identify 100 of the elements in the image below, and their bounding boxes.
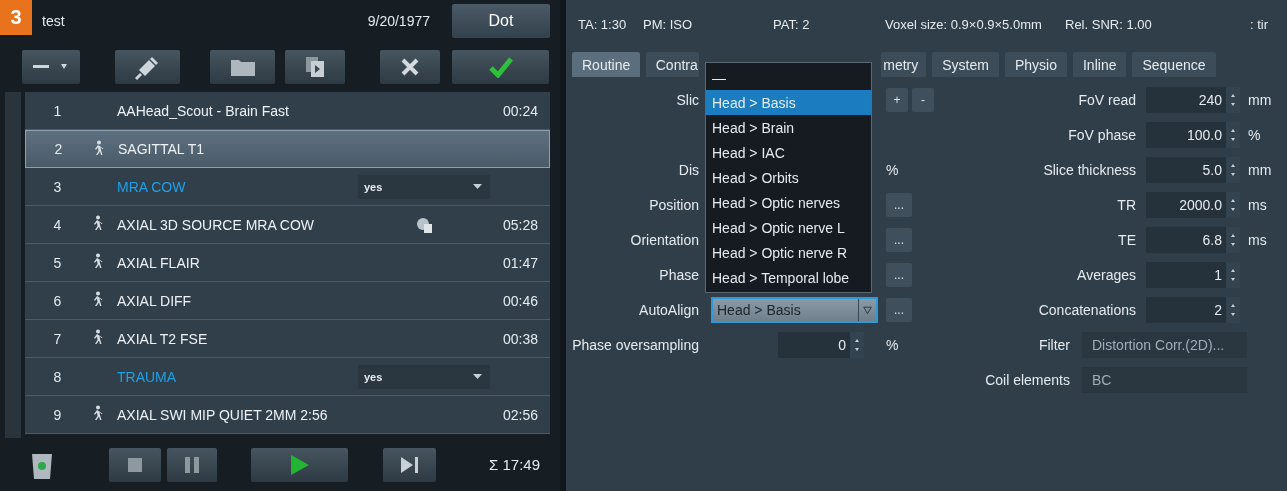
pause-button[interactable] [167, 447, 217, 482]
spin-arrows-icon [1230, 127, 1236, 142]
play-icon [290, 454, 309, 475]
unit-label: ms [1247, 196, 1268, 213]
protocol-row[interactable]: 2 SAGITTAL T1 [25, 130, 550, 168]
tab[interactable]: Physio [1004, 52, 1067, 77]
tab[interactable]: Sequence [1132, 52, 1216, 77]
pages-play-icon [305, 56, 325, 78]
field-label: FoV phase [1067, 126, 1136, 143]
tab[interactable]: metry [881, 52, 927, 77]
unit-label: % [1247, 126, 1262, 143]
tab[interactable]: Routine [572, 52, 641, 77]
open-folder-button[interactable] [210, 50, 275, 84]
duration: 00:46 [501, 292, 539, 309]
spin-arrows-icon [1230, 162, 1236, 177]
unit-label: % [886, 336, 900, 353]
protocol-name: AXIAL FLAIR [117, 254, 201, 271]
field-label: Dis [677, 161, 699, 178]
protocol-row[interactable]: 5 AXIAL FLAIR 01:47 [25, 244, 550, 282]
spin-buttons[interactable] [1226, 156, 1240, 183]
protocol-row[interactable]: 9 AXIAL SWI MIP QUIET 2MM 2:56 02:56 [25, 396, 550, 434]
field-label: Position [648, 196, 699, 213]
step-button[interactable]: - [912, 87, 934, 112]
field-label: AutoAlign [638, 301, 699, 318]
menu-item[interactable]: Head > Basis [706, 90, 871, 115]
protocol-name: AXIAL 3D SOURCE MRA COW [117, 216, 316, 233]
option-select[interactable]: yes [358, 174, 490, 199]
number-field[interactable]: 240 [1146, 86, 1226, 113]
unit-label: ms [1247, 231, 1268, 248]
skip-next-icon [400, 456, 419, 473]
number-field[interactable]: 0 [778, 331, 850, 358]
dot-button[interactable]: Dot [452, 4, 550, 38]
confirm-button[interactable] [452, 50, 549, 84]
number-field[interactable]: 100.0 [1146, 121, 1226, 148]
spin-buttons[interactable] [1226, 296, 1240, 323]
protocol-name: AXIAL SWI MIP QUIET 2MM 2:56 [117, 406, 329, 423]
protocol-number: 9 [52, 406, 63, 423]
protocol-row[interactable]: 3 MRA COW yes [25, 168, 550, 206]
unit-label: mm [1247, 161, 1273, 178]
tab[interactable]: Contra [646, 52, 700, 77]
protocol-number: 1 [52, 102, 63, 119]
number-field[interactable]: 1 [1146, 261, 1226, 288]
spin-buttons[interactable] [850, 331, 864, 358]
more-button[interactable]: ... [886, 262, 912, 287]
stop-button[interactable] [109, 447, 161, 482]
step-badge: 3 [0, 0, 32, 35]
menu-item[interactable]: Head > Optic nerve L [706, 215, 871, 240]
unit-label: mm [1247, 91, 1273, 108]
option-select[interactable]: yes [358, 364, 490, 389]
spin-arrows-icon [1230, 302, 1236, 317]
menu-item[interactable]: Head > Brain [706, 115, 871, 140]
checkmark-icon [488, 56, 513, 78]
duration: 01:47 [501, 254, 539, 271]
tab[interactable]: Inline [1073, 52, 1127, 77]
protocol-row[interactable]: 8 TRAUMA yes [25, 358, 550, 396]
more-button[interactable]: ... [886, 227, 912, 252]
protocol-row[interactable]: 4 AXIAL 3D SOURCE MRA COW 05:28 [25, 206, 550, 244]
cancel-button[interactable] [380, 50, 440, 84]
scroll-bar[interactable] [5, 92, 21, 438]
more-button[interactable]: ... [886, 192, 912, 217]
field-label: TR [1116, 196, 1136, 213]
step-button[interactable]: + [886, 87, 908, 112]
menu-item[interactable]: Head > Optic nerves [706, 190, 871, 215]
field-label: Orientation [629, 231, 699, 248]
spin-buttons[interactable] [1226, 86, 1240, 113]
text-field[interactable]: Distortion Corr.(2D)... [1082, 331, 1247, 358]
close-icon [401, 58, 419, 76]
play-button[interactable] [251, 447, 348, 482]
protocol-number: 6 [52, 292, 63, 309]
contrast-injection-button[interactable] [115, 50, 180, 84]
field-label: Coil elements [984, 371, 1070, 388]
copy-play-button[interactable] [285, 50, 345, 84]
tab[interactable]: System [932, 52, 999, 77]
menu-item[interactable]: Head > Orbits [706, 165, 871, 190]
protocol-row[interactable]: 6 AXIAL DIFF 00:46 [25, 282, 550, 320]
spin-buttons[interactable] [1226, 226, 1240, 253]
protocol-row[interactable]: 7 AXIAL T2 FSE 00:38 [25, 320, 550, 358]
protocol-number: 7 [52, 330, 63, 347]
number-field[interactable]: 2000.0 [1146, 191, 1226, 218]
number-field[interactable]: 2 [1146, 296, 1226, 323]
autoalign-select[interactable]: Head > Basis [711, 296, 878, 323]
menu-item[interactable]: Head > Optic nerve R [706, 240, 871, 265]
number-field[interactable]: 6.8 [1146, 226, 1226, 253]
number-field[interactable]: 5.0 [1146, 156, 1226, 183]
text-field[interactable]: BC [1082, 366, 1247, 393]
protocol-number: 2 [53, 141, 64, 157]
spin-buttons[interactable] [1226, 121, 1240, 148]
spin-buttons[interactable] [1226, 191, 1240, 218]
view-dropdown-button[interactable] [22, 50, 80, 84]
menu-item[interactable]: Head > IAC [706, 140, 871, 165]
protocol-number: 3 [52, 178, 63, 195]
menu-item[interactable]: — [706, 65, 871, 90]
duration: 05:28 [501, 216, 539, 233]
field-label: Slice thickness [1042, 161, 1136, 178]
birth-date: 9/20/1977 [367, 13, 430, 29]
skip-next-button[interactable] [383, 447, 436, 482]
more-button[interactable]: ... [886, 297, 912, 322]
spin-buttons[interactable] [1226, 261, 1240, 288]
menu-item[interactable]: Head > Temporal lobe [706, 265, 871, 290]
protocol-row[interactable]: 1 AAHead_Scout - Brain Fast 00:24 [25, 92, 550, 130]
